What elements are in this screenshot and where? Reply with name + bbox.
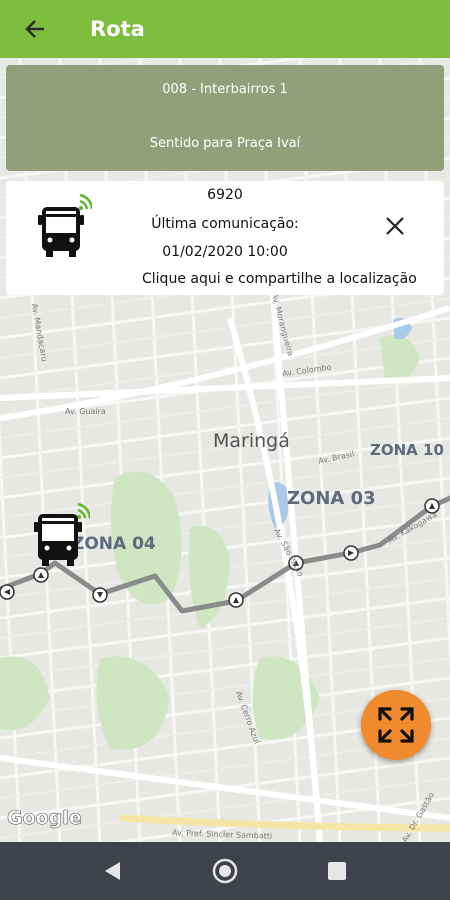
nav-home-icon[interactable] (210, 856, 240, 886)
system-nav-bar (0, 842, 450, 900)
back-arrow-icon[interactable] (20, 14, 50, 44)
page-title: Rota (90, 17, 145, 41)
vehicle-number: 6920 (207, 187, 243, 203)
route-line-name: 008 - Interbairros 1 (162, 82, 288, 97)
fullscreen-button[interactable] (361, 690, 431, 760)
route-stop-marker[interactable] (33, 567, 49, 583)
app-bar: Rota (0, 0, 450, 58)
last-communication-label: Última comunicação: (151, 216, 299, 232)
zone-label: ZONA 10 (370, 441, 444, 459)
route-stop-marker[interactable] (92, 587, 108, 603)
google-attribution: Google (7, 807, 82, 830)
vehicle-info-card[interactable]: 6920 Última comunicação: 01/02/2020 10:0… (6, 181, 444, 295)
share-location-link[interactable]: Clique aqui e compartilhe a localização (142, 271, 417, 287)
bus-location-marker[interactable] (32, 502, 90, 566)
route-stop-marker[interactable] (343, 545, 359, 561)
route-stop-marker[interactable] (228, 592, 244, 608)
city-label: Maringá (213, 430, 290, 452)
zone-label: ZONA 03 (287, 488, 376, 509)
nav-recents-icon[interactable] (322, 856, 352, 886)
route-stop-marker[interactable] (0, 584, 15, 600)
expand-arrows-icon (378, 707, 414, 743)
street-label: Av. Guaíra (65, 407, 106, 416)
nav-back-icon[interactable] (98, 856, 128, 886)
last-communication-datetime: 01/02/2020 10:00 (162, 244, 288, 260)
route-info-card: 008 - Interbairros 1 Sentido para Praça … (6, 65, 444, 171)
close-icon[interactable] (383, 214, 407, 238)
route-direction: Sentido para Praça Ivaí (149, 136, 301, 151)
